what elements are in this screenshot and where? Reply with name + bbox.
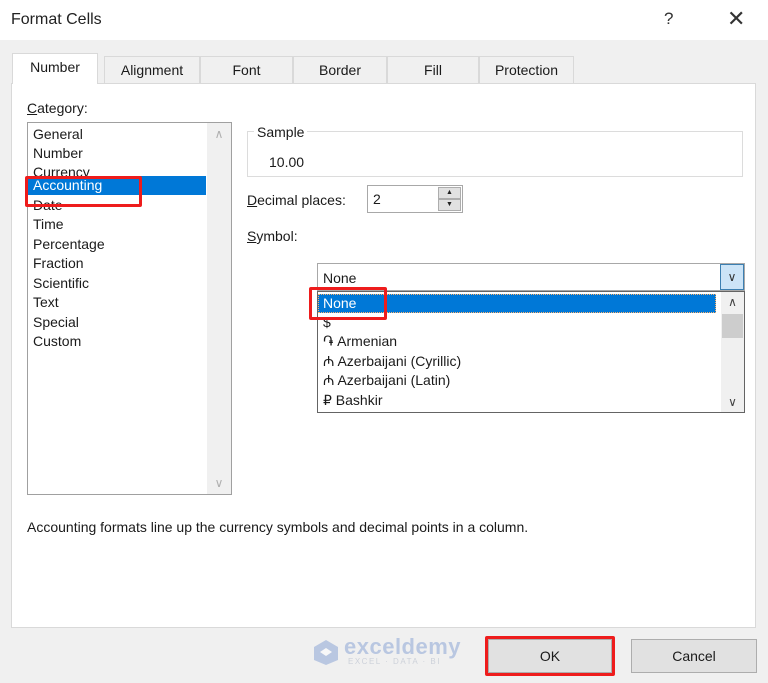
tab-protection[interactable]: Protection — [479, 56, 574, 83]
symbol-option-dollar[interactable]: $ — [318, 313, 716, 330]
tab-font[interactable]: Font — [200, 56, 293, 83]
title-bar: Format Cells ? ✕ — [0, 0, 768, 40]
category-item-time[interactable]: Time — [28, 215, 206, 234]
symbol-select[interactable]: None ∨ — [317, 263, 745, 291]
tab-number[interactable]: Number — [12, 53, 98, 84]
decimal-places-spinner[interactable]: 2 ▲ ▼ — [367, 185, 463, 213]
increment-icon[interactable]: ▲ — [438, 187, 461, 199]
decrement-icon[interactable]: ▼ — [438, 199, 461, 211]
sample-label: Sample — [254, 124, 308, 140]
symbol-select-value: None — [323, 270, 357, 286]
exceldemy-watermark: exceldemy EXCEL · DATA · BI — [312, 634, 461, 668]
symbol-dropdown-list[interactable]: None $ ֏ Armenian ₼ Azerbaijani (Cyrilli… — [317, 291, 745, 413]
close-button[interactable]: ✕ — [727, 6, 745, 32]
tab-fill[interactable]: Fill — [387, 56, 479, 83]
sample-value: 10.00 — [269, 154, 305, 170]
category-item-fraction[interactable]: Fraction — [28, 254, 206, 273]
symbol-option-bashkir[interactable]: ₽ Bashkir — [318, 391, 716, 410]
cancel-button[interactable]: Cancel — [631, 639, 757, 673]
chevron-down-icon[interactable]: ∨ — [720, 264, 744, 290]
category-item-percentage[interactable]: Percentage — [28, 235, 206, 254]
number-tab-panel: Category: General Number Currency Accoun… — [11, 83, 756, 628]
category-item-text[interactable]: Text — [28, 293, 206, 312]
sample-group — [247, 131, 743, 177]
scroll-down-icon[interactable]: ∨ — [207, 476, 231, 490]
decimal-places-label: Decimal places: — [247, 192, 346, 208]
category-list[interactable]: General Number Currency Accounting Date … — [27, 122, 232, 495]
category-item-scientific[interactable]: Scientific — [28, 274, 206, 293]
scroll-up-icon[interactable]: ∧ — [721, 295, 744, 309]
scroll-thumb[interactable] — [722, 314, 743, 338]
exceldemy-logo-icon — [314, 640, 338, 665]
symbol-label: Symbol: — [247, 228, 298, 244]
category-label: Category: — [27, 100, 88, 116]
scroll-up-icon[interactable]: ∧ — [207, 127, 231, 141]
decimal-places-value[interactable]: 2 — [373, 191, 381, 207]
category-item-accounting[interactable]: Accounting — [28, 176, 206, 195]
category-item-general[interactable]: General — [28, 125, 206, 144]
category-item-special[interactable]: Special — [28, 313, 206, 332]
category-item-currency[interactable]: Currency — [28, 163, 206, 176]
symbol-option-armenian[interactable]: ֏ Armenian — [318, 332, 716, 351]
tab-alignment[interactable]: Alignment — [104, 56, 200, 83]
category-item-custom[interactable]: Custom — [28, 332, 206, 351]
symbol-option-azerbaijani-cyrillic[interactable]: ₼ Azerbaijani (Cyrillic) — [318, 352, 716, 371]
category-description: Accounting formats line up the currency … — [27, 519, 529, 535]
spinner-buttons: ▲ ▼ — [438, 187, 461, 211]
tab-border[interactable]: Border — [293, 56, 387, 83]
dialog-body: Number Alignment Font Border Fill Protec… — [0, 40, 768, 683]
category-scrollbar[interactable]: ∧ ∨ — [207, 123, 231, 494]
scroll-down-icon[interactable]: ∨ — [721, 395, 744, 409]
symbol-option-none[interactable]: None — [318, 294, 716, 313]
category-item-number[interactable]: Number — [28, 144, 206, 163]
help-button[interactable]: ? — [664, 9, 673, 29]
dialog-title: Format Cells — [11, 11, 102, 28]
category-item-date[interactable]: Date — [28, 196, 206, 215]
watermark-tagline: EXCEL · DATA · BI — [348, 657, 441, 666]
symbol-option-azerbaijani-latin[interactable]: ₼ Azerbaijani (Latin) — [318, 371, 716, 390]
symbol-dropdown-scrollbar[interactable]: ∧ ∨ — [721, 292, 744, 412]
ok-button[interactable]: OK — [488, 639, 612, 673]
